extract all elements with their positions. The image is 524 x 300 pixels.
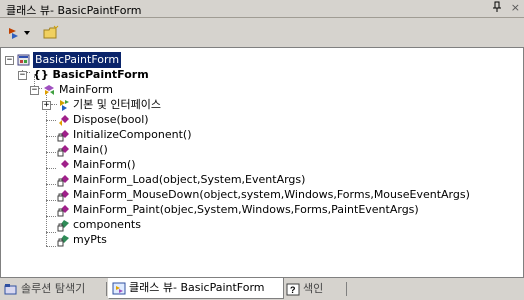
tree-node-member[interactable]: Dispose(bool) bbox=[1, 112, 521, 128]
window-titlebar: 클래스 뷰- BasicPaintForm × bbox=[0, 0, 524, 18]
tree-node-label: MainForm_Load(object,System,EventArgs) bbox=[73, 173, 306, 186]
tab-label: 솔루션 탐색기 bbox=[21, 282, 86, 295]
private-method-icon bbox=[57, 205, 69, 217]
collapse-toggle[interactable]: − bbox=[30, 86, 39, 95]
tree-node-label: MainForm bbox=[59, 83, 113, 96]
sort-by-icon bbox=[9, 28, 30, 39]
tree-node-member[interactable]: components bbox=[1, 217, 521, 233]
collapse-toggle[interactable]: − bbox=[5, 56, 14, 65]
tree-node-member[interactable]: MainForm_MouseDown(object,system,Windows… bbox=[1, 187, 521, 203]
tree-node-label: MainForm_Paint(objec,System,Windows,Form… bbox=[73, 203, 419, 216]
tool-window-tabs: 솔루션 탐색기 클래스 뷰- BasicPaintForm ? 색인 bbox=[0, 277, 524, 300]
private-method-icon bbox=[57, 145, 69, 157]
pin-icon[interactable] bbox=[492, 1, 502, 16]
tab-solution-explorer[interactable]: 솔루션 탐색기 bbox=[4, 280, 104, 298]
tab-help-index[interactable]: ? 색인 bbox=[286, 280, 346, 298]
tab-class-view[interactable]: 클래스 뷰- BasicPaintForm bbox=[108, 278, 284, 299]
help-index-icon: ? bbox=[286, 283, 300, 295]
tree-node-label: MainForm_MouseDown(object,system,Windows… bbox=[73, 188, 470, 201]
tab-label: 클래스 뷰- BasicPaintForm bbox=[129, 281, 265, 294]
tree-node-project[interactable]: − BasicPaintForm bbox=[1, 52, 201, 68]
class-view-toolbar bbox=[0, 18, 524, 48]
tree-node-label: Main() bbox=[73, 143, 108, 156]
tree-node-label: Dispose(bool) bbox=[73, 113, 149, 126]
class-view-icon bbox=[112, 282, 126, 294]
private-method-icon bbox=[57, 175, 69, 187]
collapse-toggle[interactable]: − bbox=[18, 71, 27, 80]
tree-node-label: myPts bbox=[73, 233, 107, 246]
solution-explorer-icon bbox=[4, 283, 17, 294]
tree-node-namespace[interactable]: − {} BasicPaintForm bbox=[1, 67, 201, 83]
private-method-icon bbox=[57, 190, 69, 202]
tree-node-member[interactable]: InitializeComponent() bbox=[1, 127, 521, 143]
close-icon[interactable]: × bbox=[511, 1, 520, 14]
private-field-icon bbox=[57, 235, 69, 247]
public-method-icon bbox=[61, 160, 69, 168]
new-folder-button[interactable] bbox=[42, 25, 60, 41]
tree-node-label: 기본 및 인터페이스 bbox=[73, 98, 161, 111]
class-tree[interactable]: − BasicPaintForm − {} BasicPaintForm − M… bbox=[0, 48, 524, 277]
tree-node-label: components bbox=[73, 218, 141, 231]
private-field-icon bbox=[57, 220, 69, 232]
tree-node-label: BasicPaintForm bbox=[33, 52, 122, 68]
tree-node-bases[interactable]: + 기본 및 인터페이스 bbox=[1, 97, 201, 113]
tree-node-member[interactable]: myPts bbox=[1, 232, 521, 248]
class-icon bbox=[44, 85, 54, 95]
project-icon bbox=[17, 54, 30, 66]
svg-text:?: ? bbox=[290, 285, 296, 295]
new-folder-icon bbox=[43, 25, 59, 39]
sort-by-button[interactable] bbox=[6, 25, 36, 41]
window-title: 클래스 뷰- BasicPaintForm bbox=[6, 4, 142, 17]
tab-label: 색인 bbox=[303, 282, 324, 295]
tree-node-class[interactable]: − MainForm bbox=[1, 82, 201, 98]
tree-node-label: {} BasicPaintForm bbox=[33, 68, 149, 81]
tree-node-member[interactable]: Main() bbox=[1, 142, 521, 158]
private-method-icon bbox=[57, 130, 69, 142]
tree-node-member[interactable]: MainForm_Paint(objec,System,Windows,Form… bbox=[1, 202, 521, 218]
tree-node-label: InitializeComponent() bbox=[73, 128, 192, 141]
bases-interfaces-icon bbox=[60, 100, 69, 111]
tree-node-member[interactable]: MainForm() bbox=[1, 157, 521, 173]
expand-toggle[interactable]: + bbox=[42, 101, 51, 110]
tree-node-member[interactable]: MainForm_Load(object,System,EventArgs) bbox=[1, 172, 521, 188]
protected-method-icon bbox=[59, 115, 69, 126]
tree-node-label: MainForm() bbox=[73, 158, 136, 171]
